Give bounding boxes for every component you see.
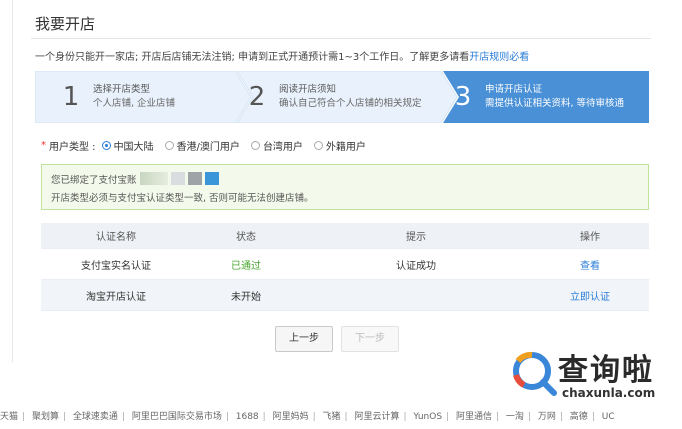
step-2-subtitle: 确认自己符合个人店铺的相关规定	[279, 98, 422, 109]
next-step-button[interactable]: 下一步	[341, 326, 399, 352]
footer-link[interactable]: 阿里通信	[456, 412, 492, 422]
cell-hint: 认证成功	[396, 260, 436, 272]
title-divider	[31, 38, 651, 39]
footer-link[interactable]: UC	[602, 412, 615, 422]
footer-link[interactable]: 一淘	[506, 412, 524, 422]
radio-taiwan-label: 台湾用户	[262, 142, 303, 153]
page: 我要开店 一个身份只能开一家店; 开店后店铺无法注销; 申请到正式开通预计需1~…	[0, 0, 682, 429]
verification-table: 认证名称 状态 提示 操作 支付宝实名认证 已通过 认证成功 查看 淘宝开店认证…	[41, 223, 649, 311]
footer-link[interactable]: 万网	[538, 412, 556, 422]
redacted-block	[170, 172, 185, 185]
cell-status: 已通过	[231, 260, 261, 272]
col-header-name: 认证名称	[96, 232, 136, 243]
footer-link[interactable]: 飞猪	[323, 412, 341, 422]
view-link[interactable]: 查看	[531, 257, 649, 272]
redacted-block	[204, 172, 219, 185]
watermark-text: 查询啦	[558, 353, 654, 388]
radio-mainland[interactable]: 中国大陆	[101, 138, 154, 153]
radio-dot-icon	[101, 141, 111, 150]
step-3-subtitle: 需提供认证相关资料, 等待审核通	[485, 98, 625, 109]
step-1-subtitle: 个人店铺, 企业店铺	[93, 98, 176, 109]
footer-link[interactable]: 全球速卖通	[73, 412, 118, 422]
page-title: 我要开店	[35, 15, 96, 33]
intro-text: 一个身份只能开一家店; 开店后店铺无法注销; 申请到正式开通预计需1~3个工作日…	[35, 48, 529, 63]
table-header: 认证名称 状态 提示 操作	[41, 223, 649, 249]
radio-dot-icon	[164, 141, 174, 150]
footer-link[interactable]: 阿里巴巴国际交易市场	[132, 412, 222, 422]
footer-link[interactable]: 高德	[570, 412, 588, 422]
col-header-status: 状态	[236, 232, 256, 243]
footer-links: 天猫 | 聚划算 | 全球速卖通 | 阿里巴巴国际交易市场 | 1688 | 阿里妈妈 | …	[0, 412, 615, 422]
redacted-block	[187, 172, 202, 185]
cell-status: 未开始	[231, 291, 261, 303]
alipay-notice: 您已绑定了支付宝账 开店类型必须与支付宝认证类型一致, 否则可能无法创建店铺。	[41, 164, 649, 210]
step-2-title: 阅读开店须知	[279, 84, 337, 95]
radio-hk-macao[interactable]: 香港/澳门用户	[164, 138, 240, 153]
step-2: 2 阅读开店须知 确认自己符合个人店铺的相关规定	[241, 71, 422, 123]
step-2-number: 2	[248, 82, 266, 112]
search-magnifier-icon	[513, 351, 557, 396]
radio-foreign[interactable]: 外籍用户	[313, 138, 366, 153]
radio-hk-macao-label: 香港/澳门用户	[176, 142, 240, 153]
step-1-title: 选择开店类型	[93, 84, 151, 95]
radio-dot-icon	[313, 141, 323, 150]
step-1-number: 1	[62, 82, 80, 112]
step-3-number: 3	[454, 82, 472, 112]
rules-link[interactable]: 开店规则必看	[469, 52, 529, 63]
col-header-action: 操作	[580, 232, 600, 243]
cell-name: 淘宝开店认证	[86, 291, 146, 303]
footer-link[interactable]: 1688	[236, 412, 259, 422]
open-store-panel: 我要开店 一个身份只能开一家店; 开店后店铺无法注销; 申请到正式开通预计需1~…	[12, 0, 682, 362]
cell-name: 支付宝实名认证	[81, 260, 151, 272]
radio-dot-icon	[250, 141, 260, 150]
step-3: 3 申请开店认证 需提供认证相关资料, 等待审核通	[447, 71, 624, 123]
step-3-title: 申请开店认证	[485, 84, 543, 95]
col-header-hint: 提示	[406, 232, 426, 243]
footer-link[interactable]: 聚划算	[32, 412, 59, 422]
user-type-label: 用户类型 :	[49, 142, 96, 153]
footer-link[interactable]: 天猫	[0, 412, 18, 422]
intro-description: 一个身份只能开一家店; 开店后店铺无法注销; 申请到正式开通预计需1~3个工作日…	[35, 52, 470, 63]
footer-link[interactable]: 阿里云计算	[354, 412, 399, 422]
radio-taiwan[interactable]: 台湾用户	[250, 138, 303, 153]
footer-link[interactable]: 阿里妈妈	[273, 412, 309, 422]
radio-mainland-label: 中国大陆	[113, 142, 154, 153]
table-row: 支付宝实名认证 已通过 认证成功 查看	[41, 249, 649, 280]
watermark-logo: 查询啦 chaxunla.com	[510, 343, 678, 405]
radio-foreign-label: 外籍用户	[325, 142, 366, 153]
step-indicator: 1 选择开店类型 个人店铺, 企业店铺 2 阅读开店须知 确认自己符合个人店铺的…	[35, 71, 649, 123]
footer-link[interactable]: YunOS	[413, 412, 442, 422]
notice-line-1: 您已绑定了支付宝账	[51, 174, 137, 186]
verify-now-link[interactable]: 立即认证	[531, 288, 649, 303]
redacted-block	[139, 172, 168, 185]
required-marker: *	[41, 140, 46, 151]
watermark-url: chaxunla.com	[562, 386, 656, 400]
table-row: 淘宝开店认证 未开始 立即认证	[41, 280, 649, 311]
prev-step-button[interactable]: 上一步	[275, 326, 333, 352]
user-type-selector: * 用户类型 : 中国大陆 香港/澳门用户 台湾用户 外籍用户	[41, 138, 377, 153]
step-1: 1 选择开店类型 个人店铺, 企业店铺	[55, 71, 175, 123]
notice-line-2: 开店类型必须与支付宝认证类型一致, 否则可能无法创建店铺。	[51, 193, 314, 204]
